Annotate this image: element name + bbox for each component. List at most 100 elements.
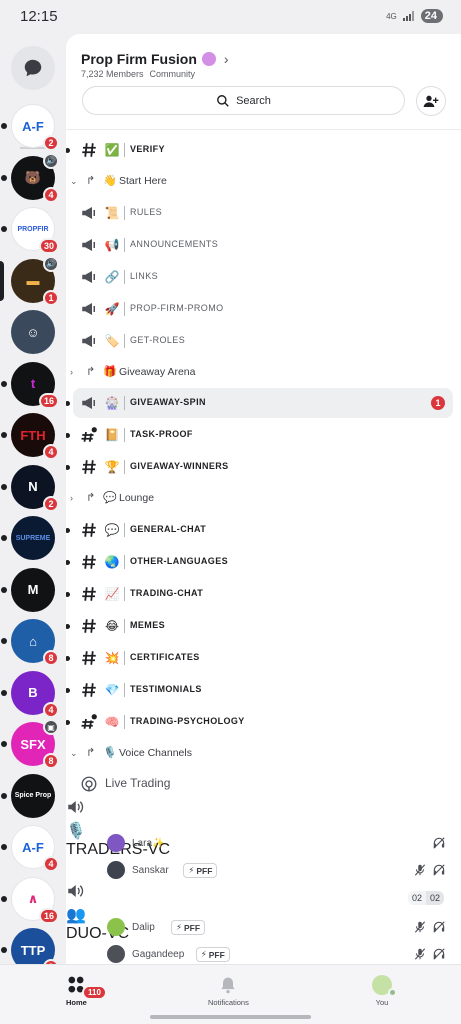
channel-general-chat[interactable]: 💬 GENERAL-CHAT [66, 514, 461, 546]
category-start-here[interactable]: ⌄ ↱ 👋 Start Here [66, 166, 461, 198]
unread-indicator [66, 433, 70, 438]
server-icon-sfx[interactable]: SFX 8 ▣ [1, 719, 59, 769]
category-voice-channels[interactable]: ⌄ ↱ 🎙️ Voice Channels [66, 738, 461, 770]
search-icon [217, 94, 229, 107]
mention-badge: 8 [43, 650, 59, 666]
channel-announcements[interactable]: 📢 ANNOUNCEMENTS [66, 229, 461, 261]
channel-other-languages[interactable]: 🌏 OTHER-LANGUAGES [66, 546, 461, 578]
add-user-icon [423, 95, 439, 107]
invite-members-button[interactable] [416, 86, 446, 116]
unread-indicator [66, 148, 70, 153]
channel-get-roles[interactable]: 🏷️ GET-ROLES [66, 325, 461, 357]
tab-you[interactable]: You [372, 975, 397, 1007]
chevron-right-icon: › [223, 51, 229, 67]
user-avatar [107, 918, 125, 936]
server-avatar: ☺ [11, 310, 55, 354]
unread-indicator [1, 586, 7, 593]
hash-icon [80, 553, 98, 571]
channel-emoji: 🎡 [104, 396, 120, 410]
server-icon-supreme[interactable]: SUPREME [1, 516, 55, 560]
chevron-right-icon: › [70, 493, 73, 503]
unread-indicator [1, 535, 7, 541]
mention-badge: 4 [43, 186, 59, 203]
unread-indicator [1, 174, 7, 181]
hash-icon [80, 681, 98, 699]
speaker-icon [66, 882, 461, 905]
server-icon-af2[interactable]: A-F 4 [1, 825, 59, 872]
server-icon-b[interactable]: B4 [1, 670, 59, 718]
app-root: 12:15 4G 24 A-F 2 🐻 4 🔊 PROPFIR 30 ▬ 1 🔊 ☺ t 16 FTH 4 N… [0, 0, 461, 1024]
deafened-icon [432, 947, 446, 961]
channel-links[interactable]: 🔗 LINKS [66, 261, 461, 293]
bell-icon [221, 977, 236, 994]
channel-task-proof[interactable]: 📔 TASK-PROOF [66, 419, 461, 451]
stage-icon [80, 775, 98, 793]
channel-prop-firm-promo[interactable]: 🚀 PROP-FIRM-PROMO [66, 293, 461, 325]
tab-home-label: Home [66, 998, 87, 1007]
channel-trading-psychology[interactable]: 🧠 TRADING-PSYCHOLOGY [66, 706, 461, 738]
category-lounge[interactable]: › ↱ 💬 Lounge [66, 483, 461, 515]
server-header[interactable]: Prop Firm Fusion › [81, 51, 229, 67]
channel-certificates[interactable]: 💥 CERTIFICATES [66, 642, 461, 674]
stage-channel[interactable]: Live Trading [66, 768, 461, 800]
megaphone-icon [80, 332, 98, 350]
hash-icon [80, 141, 98, 159]
unread-indicator [66, 655, 70, 661]
channel-giveaway-winners[interactable]: 🏆 GIVEAWAY-WINNERS [66, 451, 461, 483]
megaphone-icon [80, 204, 98, 222]
server-icon-af[interactable]: A-F 2 [1, 104, 59, 151]
separator [124, 522, 125, 537]
muted-mic-icon [413, 947, 427, 961]
server-tag-label: PFF [196, 865, 213, 876]
voice-user[interactable]: Gagandeep ⚡ PFF [66, 939, 461, 964]
server-icon-bear[interactable]: 🐻 4 🔊 [1, 152, 59, 203]
channel-name: TESTIMONIALS [130, 683, 202, 694]
unread-indicator [1, 380, 7, 387]
mention-badge: 30 [38, 238, 59, 254]
search-button[interactable]: Search [82, 86, 405, 115]
unread-indicator [1, 741, 7, 747]
channel-traders-vc[interactable]: 🎙️TRADERS-VC [66, 798, 461, 858]
tab-home[interactable]: Home 110 [66, 975, 107, 1007]
muted-mic-icon [413, 863, 427, 877]
channel-giveaway-spin[interactable]: 🎡 GIVEAWAY-SPIN 1 [66, 387, 461, 419]
channel-verify[interactable]: ✅ VERIFY [66, 134, 461, 166]
speaker-icon [66, 798, 461, 821]
channel-emoji: ✅ [104, 143, 120, 157]
channel-duo-vc[interactable]: 👥 DUO-VC 02 02 [66, 882, 461, 942]
status-time: 12:15 [20, 8, 58, 25]
channel-testimonials[interactable]: 💎 TESTIMONIALS [66, 674, 461, 706]
channel-trading-chat[interactable]: 📈 TRADING-CHAT [66, 578, 461, 610]
channel-rules[interactable]: 📜 RULES [66, 197, 461, 229]
mention-badge: 16 [38, 392, 59, 409]
server-icon-city[interactable]: ⌂ 8 [1, 619, 59, 666]
server-icon-fth[interactable]: FTH 4 [1, 413, 59, 460]
unread-indicator [66, 591, 70, 597]
category-name: Lounge [119, 492, 155, 504]
server-icon-face[interactable]: ☺ [11, 310, 55, 354]
search-label: Search [236, 94, 271, 107]
separator [124, 682, 125, 697]
mention-badge: 2 [43, 495, 59, 512]
server-icon-tri[interactable]: ∧ 16 [1, 876, 59, 924]
server-icon-m[interactable]: M [1, 567, 55, 612]
channel-memes[interactable]: 😂 MEMES [66, 610, 461, 642]
header-divider [66, 129, 461, 130]
category-emoji: 🎁 [103, 365, 117, 378]
user-count: 02 [408, 891, 427, 905]
server-icon-t[interactable]: t 16 [1, 361, 59, 409]
category-giveaway-arena[interactable]: › ↱ 🎁 Giveaway Arena [66, 357, 461, 389]
separator [124, 586, 125, 601]
deafened-icon [432, 863, 446, 877]
network-label: 4G [386, 11, 397, 21]
unread-indicator [66, 687, 70, 693]
server-icon-spice[interactable]: Spice Prop [1, 773, 55, 818]
server-avatar: SUPREME [11, 516, 55, 560]
user-name: Gagandeep [132, 949, 185, 960]
server-icon-ttp[interactable]: TTP9 [1, 928, 59, 964]
tab-notifications[interactable]: Notifications [208, 975, 249, 1007]
direct-messages-button[interactable] [11, 46, 55, 90]
server-icon-n[interactable]: N2 [1, 464, 59, 512]
server-icon-propfi[interactable]: PROPFIR 30 [1, 207, 59, 254]
server-icon-gold[interactable]: ▬ 1 🔊 [0, 255, 59, 306]
